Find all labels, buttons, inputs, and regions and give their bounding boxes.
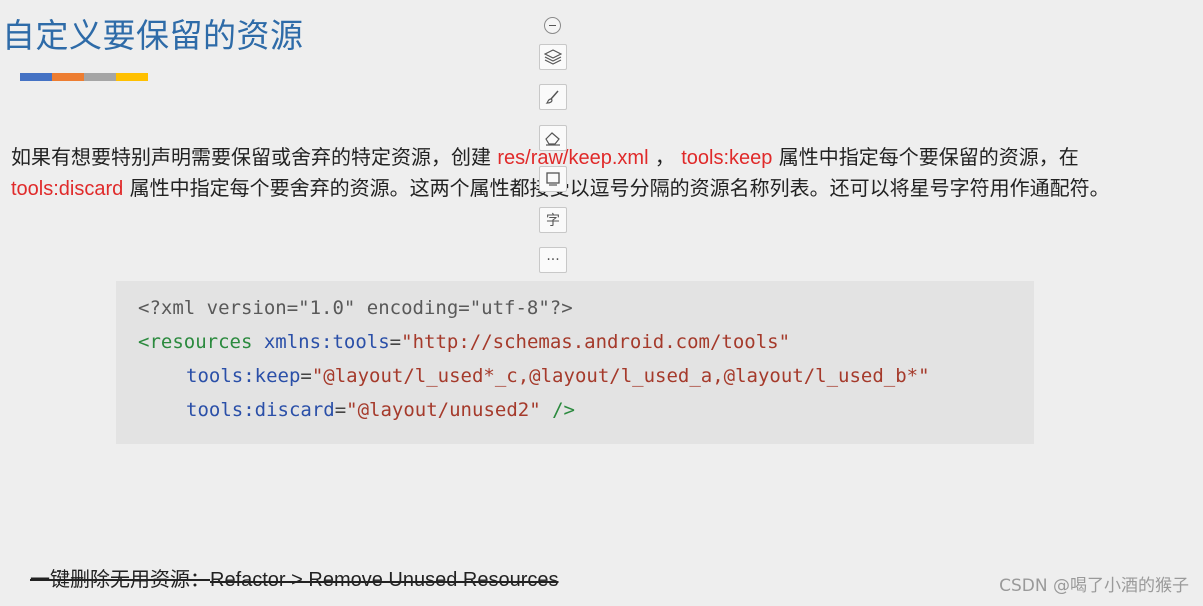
code-line-xml-declaration: <?xml version="1.0" encoding="utf-8"?> (138, 291, 573, 325)
paragraph-text: 属性中指定每个要舍弃的资源。这两个属性都接受以逗号分隔的资源名称列表。还可以将星… (123, 175, 1110, 200)
equals-sign: = (389, 331, 402, 353)
more-button[interactable]: ··· (539, 247, 567, 273)
collapse-icon[interactable] (544, 17, 561, 34)
layers-button[interactable] (539, 44, 567, 70)
slide-title: 自定义要保留的资源 (2, 16, 304, 55)
discard-attribute: tools:discard (11, 177, 124, 200)
eraser-icon (544, 130, 562, 146)
more-icon: ··· (546, 252, 560, 268)
code-line-keep: tools:keep="@layout/l_used*_c,@layout/l_… (186, 359, 930, 393)
code-line-discard: tools:discard="@layout/unused2" /> (186, 393, 575, 427)
eraser-button[interactable] (539, 125, 567, 151)
discard-value: "@layout/unused2" (346, 399, 541, 421)
paragraph-text: 属性中指定每个要保留的资源，在 (772, 145, 1079, 169)
layers-icon (544, 49, 562, 65)
rectangle-button[interactable] (539, 166, 567, 192)
xmlns-attribute: xmlns:tools (252, 331, 390, 353)
text-button[interactable]: 字 (539, 207, 567, 233)
xmlns-value: "http://schemas.android.com/tools" (401, 331, 791, 353)
resources-tag: <resources (138, 331, 253, 353)
text-icon: 字 (546, 213, 560, 229)
paragraph-text: 如果有想要特别声明需要保留或舍弃的特定资源，创建 (11, 145, 498, 169)
xml-declaration: <?xml version="1.0" encoding="utf-8"?> (138, 297, 573, 319)
keep-value: "@layout/l_used*_c,@layout/l_used_a,@lay… (311, 365, 930, 387)
xml-code-block: <?xml version="1.0" encoding="utf-8"?> <… (116, 281, 1034, 444)
menu-path: Refactor > Remove Unused Resources (210, 569, 559, 591)
csdn-watermark: CSDN @喝了小酒的猴子 (999, 576, 1189, 596)
keep-file-path: res/raw/keep.xml (497, 147, 649, 169)
rectangle-icon (545, 171, 561, 187)
color-bar-segment (84, 73, 116, 81)
note-prefix: 一键删除无用资源： (30, 567, 210, 591)
brush-button[interactable] (539, 84, 567, 110)
description-paragraph: 如果有想要特别声明需要保留或舍弃的特定资源，创建 res/raw/keep.xm… (11, 143, 1191, 204)
brush-icon (545, 89, 561, 105)
unused-resources-note: 一键删除无用资源：Refactor > Remove Unused Resour… (30, 564, 559, 595)
color-bar-segment (116, 73, 148, 81)
paragraph-text: ， (648, 145, 682, 169)
title-color-bar (20, 73, 148, 81)
keep-attribute: tools:keep (681, 147, 773, 169)
color-bar-segment (52, 73, 84, 81)
equals-sign: = (300, 365, 312, 387)
color-bar-segment (20, 73, 52, 81)
keep-attribute-code: tools:keep (186, 365, 301, 387)
self-close-tag: /> (540, 399, 575, 421)
equals-sign: = (334, 399, 347, 421)
discard-attribute-code: tools:discard (186, 399, 335, 421)
code-line-resources-tag: <resources xmlns:tools="http://schemas.a… (138, 325, 790, 359)
